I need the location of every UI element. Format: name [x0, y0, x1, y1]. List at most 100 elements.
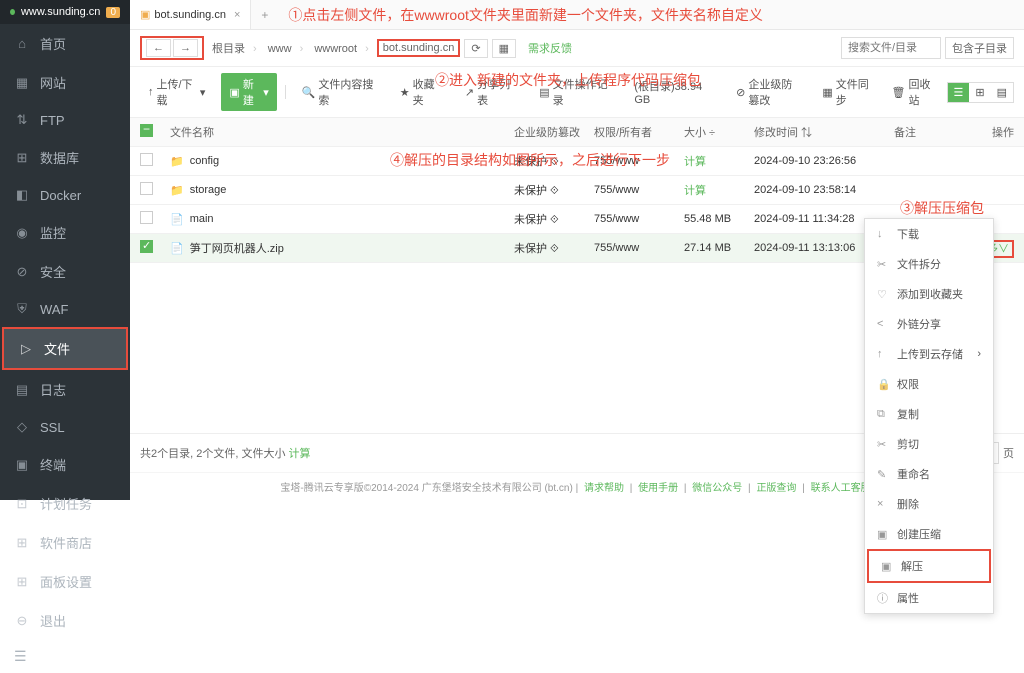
annotation-1: ①点击左侧文件，在wwwroot文件夹里面新建一个文件夹，文件夹名称自定义 — [288, 5, 762, 25]
ctx-删除[interactable]: ×删除 — [865, 489, 993, 519]
search-input[interactable] — [841, 37, 941, 59]
breadcrumb: ← → 根目录› www› wwwroot› bot.sunding.cn ⟳ … — [130, 30, 1024, 67]
ctx-剪切[interactable]: ✂剪切 — [865, 429, 993, 459]
row-checkbox[interactable] — [140, 211, 153, 224]
ctx-icon: ↓ — [877, 228, 889, 240]
sidebar-label: 日志 — [40, 380, 66, 399]
copy-path-icon[interactable]: ▦ — [492, 39, 516, 58]
sidebar-item-8[interactable]: ▷文件 — [2, 327, 128, 370]
recycle-button[interactable]: 🗑 回收站 — [883, 73, 940, 111]
sidebar-item-11[interactable]: ▣ 终端 — [0, 445, 130, 484]
ctx-下载[interactable]: ↓下载 — [865, 219, 993, 249]
row-checkbox[interactable] — [140, 153, 153, 166]
include-subdir[interactable]: 包含子目录 — [945, 37, 1014, 59]
sidebar-item-2[interactable]: ⇅FTP — [0, 102, 130, 138]
upload-button[interactable]: ↑ 上传/下载 ▾ — [140, 73, 213, 111]
main-panel: ▣ bot.sunding.cn × + ①点击左侧文件，在wwwroot文件夹… — [130, 0, 1024, 500]
op-log[interactable]: ▤ 文件操作记录 — [531, 73, 618, 111]
tab-bar: ▣ bot.sunding.cn × + ①点击左侧文件，在wwwroot文件夹… — [130, 0, 1024, 30]
notice-badge[interactable]: 0 — [106, 7, 120, 18]
select-all[interactable] — [140, 124, 153, 137]
sidebar-item-13[interactable]: ⊞软件商店 — [0, 523, 130, 562]
sidebar-icon: ▷ — [18, 341, 34, 357]
tab-add[interactable]: + — [251, 8, 278, 22]
file-name: storage — [190, 184, 227, 196]
ctx-label: 剪切 — [897, 436, 919, 452]
sync-button[interactable]: ▦ 文件同步 — [814, 73, 877, 111]
search-area: 包含子目录 — [841, 37, 1014, 59]
support-link[interactable]: 联系人工客服 — [811, 483, 871, 494]
view-detail[interactable]: ▤ — [991, 83, 1013, 102]
ctx-上传到云存储[interactable]: ↑上传到云存储 › — [865, 339, 993, 369]
refresh-icon[interactable]: ⟳ — [464, 39, 487, 58]
sidebar-icon: ▣ — [14, 457, 30, 473]
sidebar-item-0[interactable]: ⌂首页 — [0, 24, 130, 63]
ctx-复制[interactable]: ⧉复制 — [865, 399, 993, 429]
sidebar-item-1[interactable]: ▦网站 — [0, 63, 130, 102]
view-list[interactable]: ☰ — [948, 83, 970, 102]
sidebar-item-5[interactable]: ◉监控 — [0, 213, 130, 252]
summary: 共2个目录, 2个文件, 文件大小 计算 — [140, 445, 311, 461]
toolbar: ↑ 上传/下载 ▾ ▣ 新建 ▾ 🔍 文件内容搜索 ★ 收藏夹 ↗ 分享列表 ▤… — [130, 67, 1024, 118]
share-list[interactable]: ↗ 分享列表 — [457, 73, 523, 111]
status-dot — [10, 9, 15, 15]
help-link[interactable]: 请求帮助 — [584, 483, 624, 494]
content-search[interactable]: 🔍 文件内容搜索 — [294, 73, 384, 111]
nav-back[interactable]: ← — [146, 39, 171, 57]
sidebar-collapse[interactable]: ☰ — [0, 640, 130, 673]
ctx-label: 重命名 — [897, 466, 930, 482]
site-url: www.sunding.cn — [21, 6, 101, 18]
manual-link[interactable]: 使用手册 — [638, 483, 678, 494]
ctx-解压[interactable]: ▣解压 — [867, 549, 991, 583]
view-toggle: ☰ ⊞ ▤ — [947, 82, 1015, 103]
close-icon[interactable]: × — [234, 9, 240, 21]
bc-www[interactable]: www — [264, 41, 296, 57]
th-time[interactable]: 修改时间 ⇅ — [754, 124, 894, 140]
sidebar-item-4[interactable]: ◧Docker — [0, 177, 130, 213]
sidebar-item-7[interactable]: ⛨WAF — [0, 291, 130, 327]
sidebar-item-14[interactable]: ⊞面板设置 — [0, 562, 130, 601]
sidebar-label: 终端 — [40, 455, 66, 474]
sidebar-item-10[interactable]: ◇SSL — [0, 409, 130, 445]
th-name[interactable]: 文件名称 — [170, 124, 514, 140]
tab-active[interactable]: ▣ bot.sunding.cn × — [130, 0, 251, 29]
ctx-文件拆分[interactable]: ✂文件拆分 — [865, 249, 993, 279]
defense-button[interactable]: ⊘ 企业级防篡改 — [728, 73, 808, 111]
sidebar-label: 数据库 — [40, 148, 79, 167]
ctx-权限[interactable]: 🔒权限 — [865, 369, 993, 399]
ctx-label: 属性 — [897, 590, 919, 606]
feedback-link[interactable]: 需求反馈 — [528, 40, 572, 56]
th-size[interactable]: 大小 ÷ — [684, 124, 754, 140]
favorites[interactable]: ★ 收藏夹 — [392, 73, 449, 111]
verify-link[interactable]: 正版查询 — [756, 483, 796, 494]
sidebar-label: 退出 — [40, 611, 66, 630]
ctx-创建压缩[interactable]: ▣创建压缩 — [865, 519, 993, 549]
ctx-属性[interactable]: ⓘ属性 — [865, 583, 993, 613]
bc-current[interactable]: bot.sunding.cn — [377, 39, 461, 57]
wechat-link[interactable]: 微信公众号 — [692, 483, 742, 494]
bc-wwwroot[interactable]: wwwroot — [310, 41, 361, 57]
disk-usage: (根目录)38.94 GB — [626, 75, 720, 109]
sidebar-item-15[interactable]: ⊖ 退出 — [0, 601, 130, 640]
ctx-重命名[interactable]: ✎重命名 — [865, 459, 993, 489]
sidebar-item-3[interactable]: ⊞数据库 — [0, 138, 130, 177]
sidebar-icon: ⊖ — [14, 613, 30, 629]
row-checkbox[interactable] — [140, 240, 153, 253]
table-row[interactable]: 📁storage未保护 ⟐755/www计算2024-09-10 23:58:1… — [130, 176, 1024, 205]
sidebar-item-6[interactable]: ⊘安全 — [0, 252, 130, 291]
view-grid[interactable]: ⊞ — [969, 83, 990, 102]
file-icon: 📄 — [170, 242, 184, 255]
ctx-添加到收藏夹[interactable]: ♡添加到收藏夹 — [865, 279, 993, 309]
ctx-label: 权限 — [897, 376, 919, 392]
sidebar-item-9[interactable]: ▤日志 — [0, 370, 130, 409]
nav-forward[interactable]: → — [173, 39, 198, 57]
sidebar-icon: ⊞ — [14, 574, 30, 590]
sidebar-item-12[interactable]: ⊡计划任务 — [0, 484, 130, 523]
sidebar-icon: ⊘ — [14, 264, 30, 280]
ctx-外链分享[interactable]: <外链分享 — [865, 309, 993, 339]
table-row[interactable]: 📁config未保护 ⟐755/www计算2024-09-10 23:26:56 — [130, 147, 1024, 176]
bc-root[interactable]: 根目录 — [208, 41, 249, 57]
ctx-label: 解压 — [901, 558, 923, 574]
new-button[interactable]: ▣ 新建 ▾ — [221, 73, 276, 111]
row-checkbox[interactable] — [140, 182, 153, 195]
